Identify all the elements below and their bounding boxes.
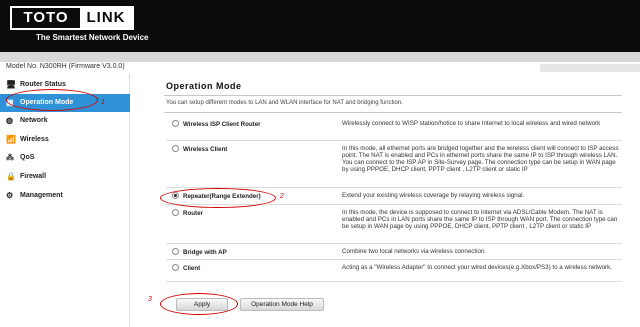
mode-option-router[interactable]: Router xyxy=(166,204,342,243)
sidebar-item-label: Operation Mode xyxy=(20,99,74,106)
sidebar-item-label: Network xyxy=(20,117,48,124)
sidebar-item-firewall[interactable]: 🔒 Firewall xyxy=(0,168,130,186)
annotation-number-3: 3 xyxy=(148,296,152,303)
table-row: Wireless Client In this mode, all ethern… xyxy=(166,140,622,187)
mode-table: Wireless ISP Client Router Wirelessly co… xyxy=(166,116,622,282)
sidebar-item-qos[interactable]: ⁂ QoS xyxy=(0,149,130,167)
sidebar-item-operation-mode[interactable]: ▣ Operation Mode xyxy=(0,94,130,112)
page-title: Operation Mode xyxy=(166,81,242,91)
mode-label: Wireless Client xyxy=(183,145,228,153)
radio-button-selected[interactable] xyxy=(172,191,179,199)
logo-left-text: TOTO xyxy=(23,9,69,26)
apply-button[interactable]: Apply xyxy=(176,298,228,311)
lock-icon: 🔒 xyxy=(6,172,16,181)
annotation-number-2: 2 xyxy=(280,193,284,200)
table-row: Client Acting as a "Wireless Adapter" to… xyxy=(166,259,622,281)
globe-icon: ◍ xyxy=(6,116,13,125)
mode-label: Repeater(Range Extender) xyxy=(183,192,261,200)
totolink-logo: TOTO LINK xyxy=(10,6,134,30)
mode-description: Extend your existing wireless coverage b… xyxy=(342,191,525,199)
operation-mode-help-button[interactable]: Operation Mode Help xyxy=(240,298,324,311)
router-icon: ▣ xyxy=(6,98,14,107)
title-divider xyxy=(164,95,622,96)
mode-option-wisp-client-router[interactable]: Wireless ISP Client Router xyxy=(166,116,342,140)
gear-icon: ⚙ xyxy=(6,191,14,200)
mode-option-repeater[interactable]: Repeater(Range Extender) xyxy=(166,187,342,204)
sidebar-item-network[interactable]: ◍ Network xyxy=(0,112,130,130)
mode-description: Acting as a "Wireless Adapter" to connec… xyxy=(342,263,612,271)
mode-label: Bridge with AP xyxy=(183,248,227,256)
mode-option-bridge-with-ap[interactable]: Bridge with AP xyxy=(166,243,342,259)
wifi-icon: 📶 xyxy=(6,135,16,144)
mode-label: Wireless ISP Client Router xyxy=(183,121,261,128)
sidebar-item-label: Router Status xyxy=(20,81,66,88)
sidebar-item-label: QoS xyxy=(20,154,35,161)
mode-description: Combine two local networks via wireless … xyxy=(342,247,487,255)
mode-description: In this mode, the device is supposed to … xyxy=(342,208,618,230)
annotation-number-1: 1 xyxy=(101,99,105,106)
mode-description: In this mode, all ethernet ports are bri… xyxy=(342,144,619,173)
radio-button[interactable] xyxy=(172,263,179,271)
sidebar-item-label: Firewall xyxy=(20,173,47,180)
sidebar: 🖥 Router Status ▣ Operation Mode ◍ Netwo… xyxy=(0,74,130,327)
logo-right-text: LINK xyxy=(80,8,132,28)
tagline: The Smartest Network Device xyxy=(36,33,149,42)
mode-option-client[interactable]: Client xyxy=(166,259,342,281)
model-info: Model No. N300RH (Firmware V3.0.0) xyxy=(6,63,125,70)
monitor-icon: 🖥 xyxy=(6,80,17,89)
table-row: Repeater(Range Extender) Extend your exi… xyxy=(166,187,622,204)
sidebar-item-router-status[interactable]: 🖥 Router Status xyxy=(0,76,130,94)
radio-button[interactable] xyxy=(172,208,179,216)
table-row: Bridge with AP Combine two local network… xyxy=(166,243,622,259)
mode-label: Router xyxy=(183,209,203,217)
main-panel: Operation Mode You can setup different m… xyxy=(164,0,640,327)
radio-button[interactable] xyxy=(172,120,179,127)
mode-option-wireless-client[interactable]: Wireless Client xyxy=(166,140,342,187)
sidebar-item-label: Management xyxy=(20,192,63,199)
sidebar-item-label: Wireless xyxy=(20,136,49,143)
section-divider xyxy=(164,112,622,113)
radio-button[interactable] xyxy=(172,144,179,152)
table-row: Wireless ISP Client Router Wirelessly co… xyxy=(166,116,622,140)
mode-description: Wirelessly connect to WISP station/hotic… xyxy=(342,120,601,127)
mode-label: Client xyxy=(183,264,201,272)
qos-icon: ⁂ xyxy=(6,153,14,162)
page-description: You can setup different modes to LAN and… xyxy=(166,100,403,106)
radio-button[interactable] xyxy=(172,247,179,255)
sidebar-item-management[interactable]: ⚙ Management xyxy=(0,187,130,205)
table-row: Router In this mode, the device is suppo… xyxy=(166,204,622,243)
sidebar-item-wireless[interactable]: 📶 Wireless xyxy=(0,131,130,149)
